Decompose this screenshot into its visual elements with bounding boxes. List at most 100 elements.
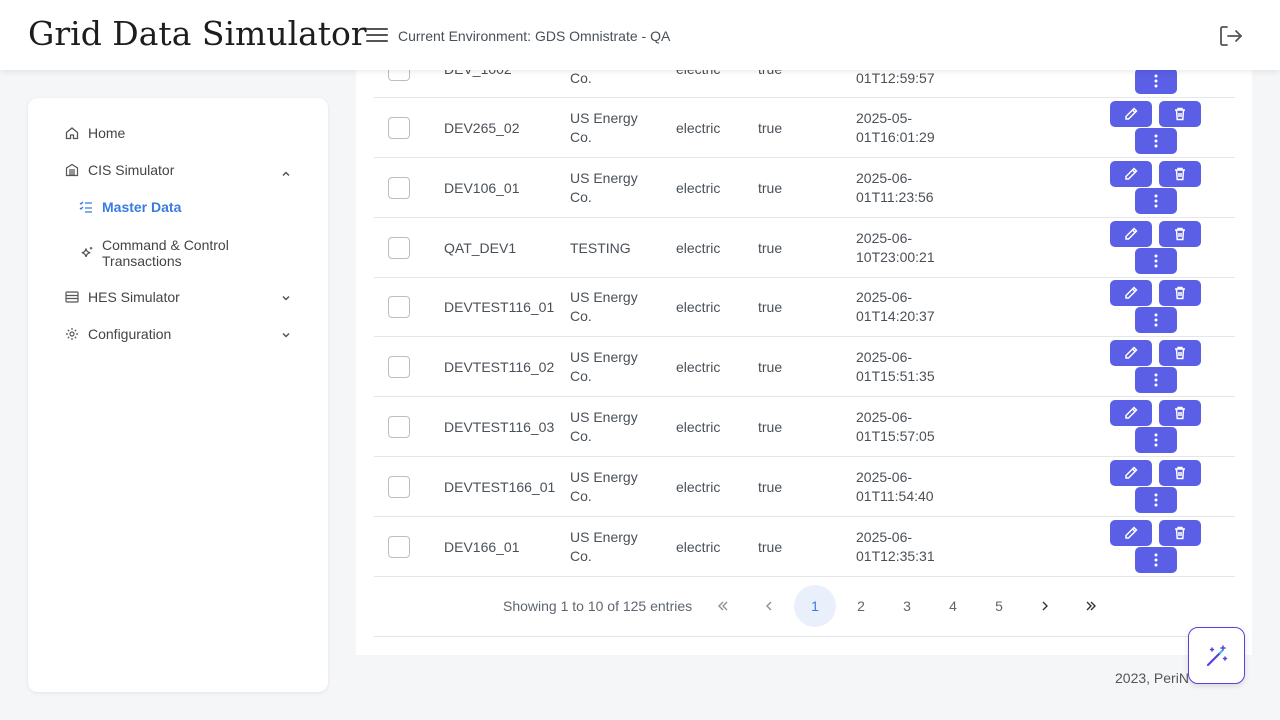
created-date: 2025-06- 10T23:00:21 xyxy=(856,218,935,278)
utility-type: electric xyxy=(676,478,721,495)
magic-wand-icon xyxy=(1206,644,1227,666)
row-checkbox[interactable] xyxy=(388,117,410,139)
last-page-button[interactable] xyxy=(1070,585,1112,627)
sidebar-item-master-data[interactable]: Master Data xyxy=(78,199,181,215)
delete-button[interactable] xyxy=(1159,161,1201,187)
pencil-icon xyxy=(1125,406,1138,419)
chevron-up-icon[interactable] xyxy=(280,167,292,179)
trash-icon xyxy=(1175,227,1185,241)
date-line: 01T16:01:29 xyxy=(856,129,935,145)
page-button[interactable]: 2 xyxy=(840,585,882,627)
created-date: 2025-06- 01T15:51:35 xyxy=(856,337,935,397)
company: US Energy Co. xyxy=(570,397,638,457)
company-line: US Energy xyxy=(570,469,638,485)
row-checkbox[interactable] xyxy=(388,356,410,378)
more-options-button[interactable] xyxy=(1135,427,1177,453)
utility-type: electric xyxy=(676,179,721,196)
device-id: QAT_DEV1 xyxy=(444,239,517,256)
more-vertical-icon xyxy=(1154,194,1158,208)
company-line: Co. xyxy=(570,548,592,564)
date-line: 2025-06- xyxy=(856,409,913,425)
trash-icon xyxy=(1175,286,1185,300)
more-options-button[interactable] xyxy=(1135,68,1177,94)
more-options-button[interactable] xyxy=(1135,307,1177,333)
next-page-button[interactable] xyxy=(1024,585,1066,627)
delete-button[interactable] xyxy=(1159,280,1201,306)
row-checkbox[interactable] xyxy=(388,476,410,498)
more-options-button[interactable] xyxy=(1135,128,1177,154)
company: US Energy Co. xyxy=(570,277,638,337)
delete-button[interactable] xyxy=(1159,460,1201,486)
gear-icon xyxy=(64,326,80,342)
hamburger-menu-icon[interactable] xyxy=(366,25,388,45)
delete-button[interactable] xyxy=(1159,101,1201,127)
pencil-icon xyxy=(1125,346,1138,359)
edit-button[interactable] xyxy=(1110,101,1152,127)
chevron-down-icon[interactable] xyxy=(280,291,292,303)
delete-button[interactable] xyxy=(1159,520,1201,546)
company-line: US Energy xyxy=(570,170,638,186)
row-checkbox[interactable] xyxy=(388,177,410,199)
sidebar-item-label: Command & Control Transactions xyxy=(102,237,229,269)
table-row: DEV265_02 US Energy Co. electric true 2025-05… xyxy=(374,98,1235,158)
edit-button[interactable] xyxy=(1110,161,1152,187)
trash-icon xyxy=(1175,406,1185,420)
company: US Energy Co. xyxy=(570,457,638,517)
more-options-button[interactable] xyxy=(1135,367,1177,393)
row-checkbox[interactable] xyxy=(388,237,410,259)
edit-button[interactable] xyxy=(1110,400,1152,426)
row-checkbox[interactable] xyxy=(388,536,410,558)
company-line: Co. xyxy=(570,428,592,444)
table-row: DEVTEST116_02 US Energy Co. electric true 202… xyxy=(374,337,1235,397)
company-line: Co. xyxy=(570,488,592,504)
page-button[interactable]: 5 xyxy=(978,585,1020,627)
company-line: US Energy xyxy=(570,289,638,305)
sidebar-item-configuration[interactable]: Configuration xyxy=(64,326,171,342)
more-vertical-icon xyxy=(1154,313,1158,327)
trash-icon xyxy=(1175,346,1185,360)
edit-button[interactable] xyxy=(1110,340,1152,366)
page-button[interactable]: 4 xyxy=(932,585,974,627)
company: TESTING xyxy=(570,218,631,278)
utility-type: electric xyxy=(676,119,721,136)
logout-icon[interactable] xyxy=(1218,24,1244,48)
edit-button[interactable] xyxy=(1110,221,1152,247)
company-line: Co. xyxy=(570,308,592,324)
prev-page-button[interactable] xyxy=(748,585,790,627)
delete-button[interactable] xyxy=(1159,400,1201,426)
sidebar-item-hes-simulator[interactable]: HES Simulator xyxy=(64,289,180,305)
sidebar-item-cis-simulator[interactable]: CIS Simulator xyxy=(64,162,174,178)
sidebar-item-label: Configuration xyxy=(88,326,172,342)
date-line: 01T11:54:40 xyxy=(856,488,934,504)
device-id: DEVTEST116_01 xyxy=(444,298,555,315)
company-line: US Energy xyxy=(570,110,638,126)
first-page-button[interactable] xyxy=(702,585,744,627)
row-checkbox[interactable] xyxy=(388,296,410,318)
pencil-icon xyxy=(1125,466,1138,479)
company: US Energy Co. xyxy=(570,158,638,218)
edit-button[interactable] xyxy=(1110,520,1152,546)
row-checkbox[interactable] xyxy=(388,416,410,438)
table-row: DEVTEST116_01 US Energy Co. electric true 202… xyxy=(374,277,1235,337)
sidebar-item-home[interactable]: Home xyxy=(64,125,125,141)
page-button[interactable]: 3 xyxy=(886,585,928,627)
delete-button[interactable] xyxy=(1159,340,1201,366)
utility-type: electric xyxy=(676,538,721,555)
edit-button[interactable] xyxy=(1110,460,1152,486)
date-line: 01T11:23:56 xyxy=(856,189,934,205)
utility-type: electric xyxy=(676,298,721,315)
more-options-button[interactable] xyxy=(1135,188,1177,214)
more-options-button[interactable] xyxy=(1135,248,1177,274)
more-options-button[interactable] xyxy=(1135,547,1177,573)
date-line: 01T15:57:05 xyxy=(856,428,935,444)
trash-icon xyxy=(1175,526,1185,540)
sidebar: Home CIS Simulator Master Data Command &… xyxy=(28,98,328,692)
magic-wand-button[interactable] xyxy=(1188,627,1245,684)
edit-button[interactable] xyxy=(1110,280,1152,306)
delete-button[interactable] xyxy=(1159,221,1201,247)
page-button[interactable]: 1 xyxy=(794,585,836,627)
date-line: 01T12:35:31 xyxy=(856,548,935,564)
chevron-down-icon[interactable] xyxy=(280,328,292,340)
more-options-button[interactable] xyxy=(1135,487,1177,513)
sidebar-item-command-control[interactable]: Command & Control Transactions xyxy=(78,237,242,269)
